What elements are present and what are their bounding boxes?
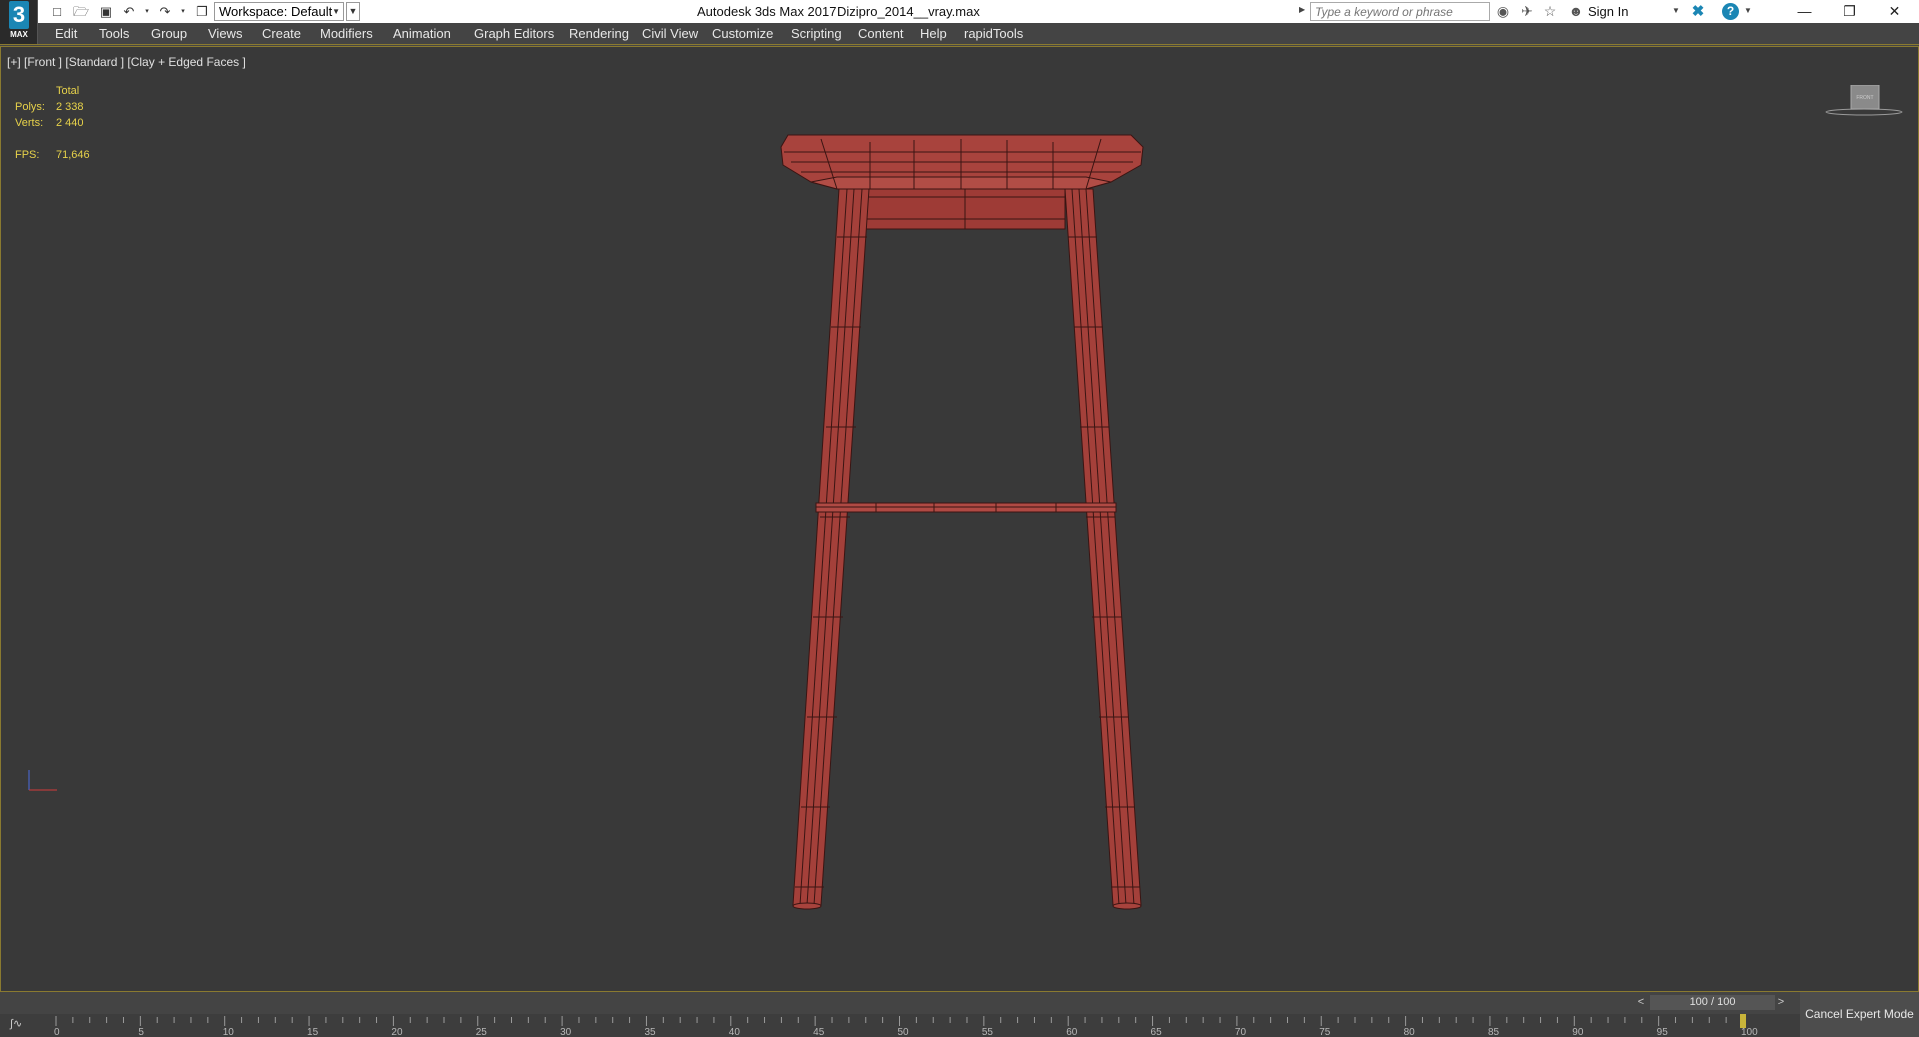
ruler-label: 35 bbox=[644, 1027, 656, 1037]
close-icon[interactable]: ✕ bbox=[1872, 0, 1917, 23]
menu-customize[interactable]: Customize bbox=[712, 26, 773, 41]
frame-ruler: 0 5 10 15 20 25 30 35 40 45 50 55 60 65 70 75 80 85 90 95 10… bbox=[54, 1014, 1758, 1037]
title-bar: 3 MAX □ 🗁 ▣ ↶ ▾ ↷ ▾ ❐ Workspace: Default… bbox=[0, 0, 1919, 44]
undo-icon[interactable]: ↶ bbox=[120, 3, 138, 20]
menu-group[interactable]: Group bbox=[151, 26, 187, 41]
ruler-label: 5 bbox=[138, 1027, 144, 1037]
viewcube-widget[interactable]: FRONT bbox=[1825, 85, 1903, 121]
time-slider-bar: < 100 / 100 > bbox=[0, 992, 1800, 1014]
autodesk-exchange-icon[interactable]: ✖ bbox=[1689, 3, 1707, 20]
chevron-down-icon: ▼ bbox=[332, 7, 340, 16]
redo-dropdown-icon[interactable]: ▾ bbox=[174, 3, 192, 20]
ruler-label: 65 bbox=[1151, 1027, 1163, 1037]
front-viewport[interactable]: [+] [Front ] [Standard ] [Clay + Edged F… bbox=[0, 46, 1919, 992]
favorites-star-icon[interactable]: ☆ bbox=[1541, 3, 1559, 20]
ruler-label: 40 bbox=[729, 1027, 741, 1037]
app-title: Autodesk 3ds Max 2017 bbox=[697, 4, 837, 19]
track-bar[interactable]: ∫∿ 0 5 10 15 20 25 30 35 40 45 50 55 60 65 70 75 80 85 90 9… bbox=[0, 1014, 1800, 1037]
restore-icon[interactable]: ❐ bbox=[1827, 0, 1872, 23]
sign-in-dropdown-icon[interactable]: ▼ bbox=[1672, 6, 1680, 15]
ruler-label: 85 bbox=[1488, 1027, 1500, 1037]
ruler-label: 0 bbox=[54, 1027, 60, 1037]
menu-edit[interactable]: Edit bbox=[55, 26, 77, 41]
ruler-label: 30 bbox=[560, 1027, 572, 1037]
new-file-icon[interactable]: □ bbox=[48, 3, 66, 20]
ruler-label: 50 bbox=[898, 1027, 910, 1037]
user-icon: ☻ bbox=[1568, 3, 1584, 19]
open-file-icon[interactable]: 🗁 bbox=[72, 3, 90, 20]
menu-content[interactable]: Content bbox=[858, 26, 904, 41]
workspace-label: Workspace: Default bbox=[219, 4, 333, 19]
menu-views[interactable]: Views bbox=[208, 26, 242, 41]
ruler-label: 20 bbox=[391, 1027, 403, 1037]
help-dropdown-icon[interactable]: ▼ bbox=[1744, 6, 1752, 15]
menu-rapidtools[interactable]: rapidTools bbox=[964, 26, 1023, 41]
ruler-label: 75 bbox=[1319, 1027, 1331, 1037]
ruler-label: 60 bbox=[1066, 1027, 1078, 1037]
minimize-icon[interactable]: — bbox=[1782, 0, 1827, 23]
menu-rendering[interactable]: Rendering bbox=[569, 26, 629, 41]
workspace-dropdown[interactable]: Workspace: Default ▼ bbox=[214, 2, 344, 21]
time-slider-thumb[interactable]: 100 / 100 bbox=[1650, 995, 1775, 1010]
viewcube-front-label: FRONT bbox=[1856, 95, 1873, 101]
menu-scripting[interactable]: Scripting bbox=[791, 26, 842, 41]
save-file-icon[interactable]: ▣ bbox=[97, 3, 115, 20]
search-expand-icon[interactable]: ▶ bbox=[1299, 5, 1305, 14]
cancel-expert-mode-button[interactable]: Cancel Expert Mode bbox=[1800, 992, 1919, 1037]
current-frame-marker[interactable] bbox=[1740, 1014, 1746, 1028]
menu-help[interactable]: Help bbox=[920, 26, 947, 41]
ruler-label: 15 bbox=[307, 1027, 319, 1037]
ruler-label: 25 bbox=[476, 1027, 488, 1037]
ruler-label: 45 bbox=[813, 1027, 825, 1037]
stool-model[interactable] bbox=[1, 47, 1918, 991]
app-logo-number: 3 bbox=[9, 1, 29, 29]
menu-civil-view[interactable]: Civil View bbox=[642, 26, 698, 41]
sign-in-button[interactable]: Sign In bbox=[1588, 4, 1628, 19]
menu-animation[interactable]: Animation bbox=[393, 26, 451, 41]
communication-center-icon[interactable]: ✈ bbox=[1518, 3, 1536, 20]
project-folder-icon[interactable]: ❐ bbox=[193, 3, 211, 20]
file-title: Dizipro_2014__vray.max bbox=[837, 4, 980, 19]
app-logo-button[interactable]: 3 MAX bbox=[0, 0, 38, 44]
search-input[interactable] bbox=[1310, 2, 1490, 21]
app-logo-text: MAX bbox=[10, 30, 28, 39]
ruler-label: 95 bbox=[1657, 1027, 1669, 1037]
ruler-label: 55 bbox=[982, 1027, 994, 1037]
menu-graph-editors[interactable]: Graph Editors bbox=[474, 26, 554, 41]
menu-bar: Edit Tools Group Views Create Modifiers … bbox=[0, 23, 1919, 45]
previous-frame-icon[interactable]: < bbox=[1634, 995, 1648, 1010]
undo-dropdown-icon[interactable]: ▾ bbox=[138, 3, 156, 20]
menu-tools[interactable]: Tools bbox=[99, 26, 129, 41]
help-icon[interactable]: ? bbox=[1722, 3, 1739, 20]
ruler-label: 80 bbox=[1404, 1027, 1416, 1037]
menu-modifiers[interactable]: Modifiers bbox=[320, 26, 373, 41]
menu-create[interactable]: Create bbox=[262, 26, 301, 41]
next-frame-icon[interactable]: > bbox=[1774, 995, 1788, 1010]
quick-access-customize-icon[interactable]: ▼ bbox=[346, 2, 360, 21]
ruler-label: 10 bbox=[223, 1027, 235, 1037]
redo-icon[interactable]: ↷ bbox=[156, 3, 174, 20]
ruler-label: 100 bbox=[1741, 1027, 1758, 1037]
ruler-label: 70 bbox=[1235, 1027, 1247, 1037]
ruler-label: 90 bbox=[1572, 1027, 1584, 1037]
binoculars-icon[interactable]: ◉ bbox=[1494, 3, 1512, 20]
